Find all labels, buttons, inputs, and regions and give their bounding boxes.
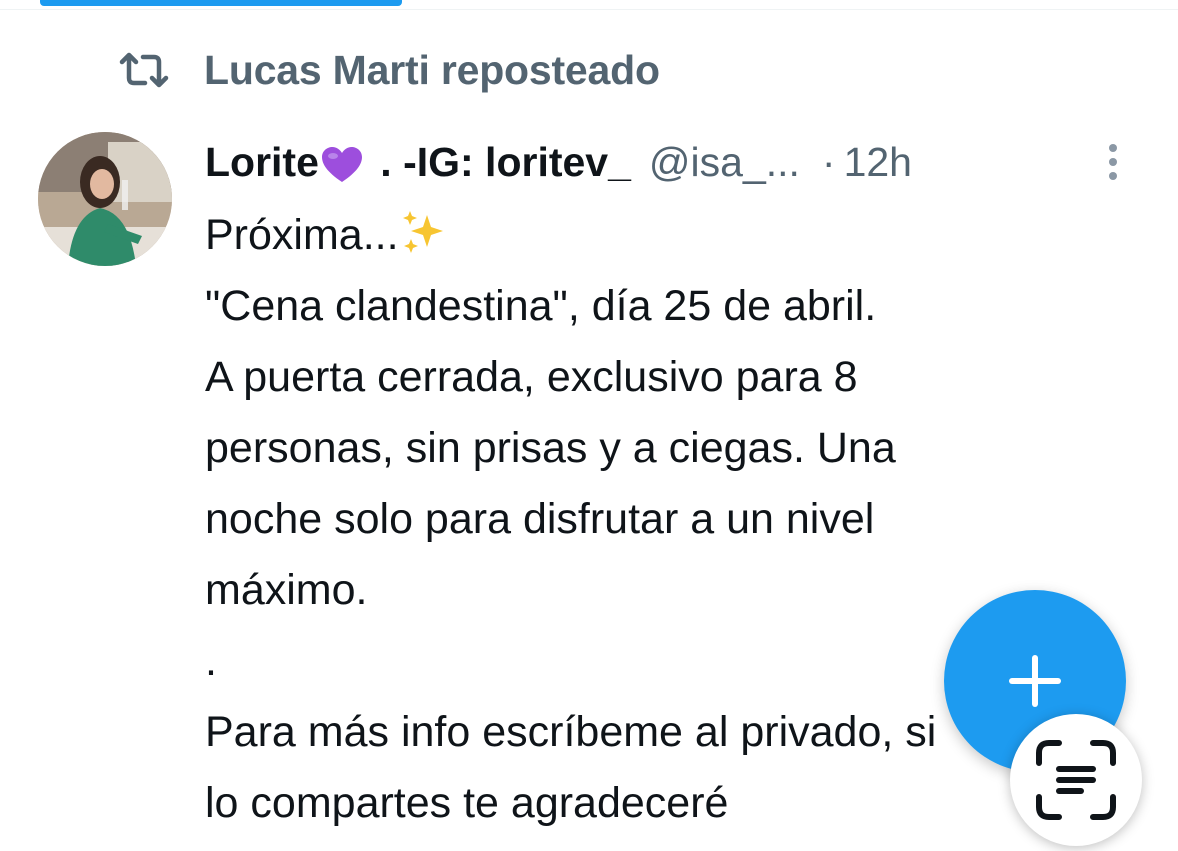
display-name[interactable]: Lorite . -IG: loritev_ (205, 139, 631, 186)
tweet-line: personas, sin prisas y a ciegas. Una (205, 424, 896, 472)
repost-context[interactable]: Lucas Marti reposteado (118, 44, 660, 96)
repost-icon (119, 52, 169, 88)
divider (0, 9, 1178, 10)
tweet-line: Próxima... (205, 200, 1125, 271)
plus-icon (1009, 655, 1061, 707)
tweet-header: Lorite . -IG: loritev_ @isa_... · 12h (205, 134, 912, 190)
repost-label: Lucas Marti reposteado (204, 46, 660, 93)
more-vertical-icon[interactable] (1100, 138, 1126, 186)
text-scan-button[interactable] (1010, 714, 1142, 846)
sparkles-icon (401, 209, 445, 253)
tweet-line: A puerta cerrada, exclusivo para 8 (205, 353, 858, 401)
user-handle[interactable]: @isa_... (649, 139, 800, 186)
avatar-photo (38, 132, 172, 266)
separator-dot: · (821, 138, 836, 185)
text-scan-icon (1036, 740, 1116, 820)
tweet-line: noche solo para disfrutar a un nivel (205, 495, 875, 543)
active-tab-indicator (40, 0, 402, 6)
avatar[interactable] (38, 132, 172, 266)
timestamp[interactable]: 12h (844, 139, 912, 186)
timeline-page: Lucas Marti reposteado Lorite . -IG: lor… (0, 0, 1178, 851)
tweet-line: lo compartes te agradeceré (205, 779, 729, 827)
tweet-line: "Cena clandestina", día 25 de abril. (205, 282, 877, 330)
purple-heart-icon (321, 146, 363, 184)
